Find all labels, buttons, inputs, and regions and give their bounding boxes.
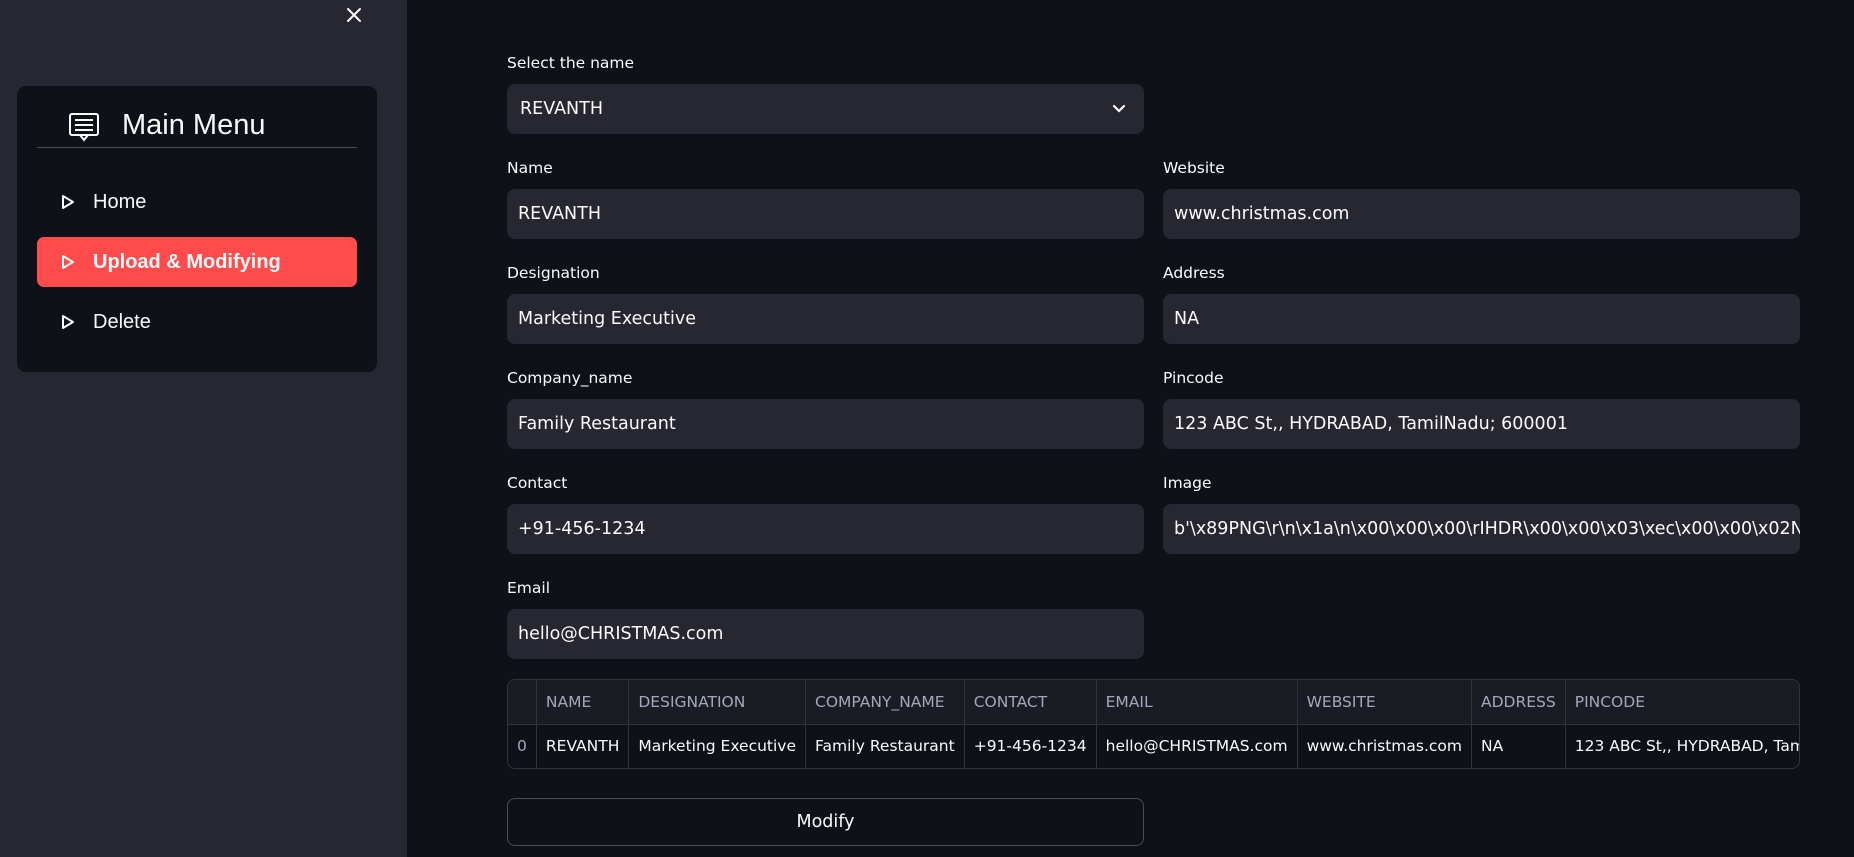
data-table[interactable]: NAME DESIGNATION COMPANY_NAME CONTACT EM… <box>507 679 1800 769</box>
contact-label: Contact <box>507 474 568 492</box>
table-header-row: NAME DESIGNATION COMPANY_NAME CONTACT EM… <box>508 680 1799 725</box>
main-content: Select the name REVANTH Name REVANTH Web… <box>407 0 1854 857</box>
table-header-name[interactable]: NAME <box>536 680 630 725</box>
menu-title: Main Menu <box>122 109 266 141</box>
play-outline-icon <box>62 195 74 209</box>
menu-item-home[interactable]: Home <box>37 177 357 227</box>
company-name-label: Company_name <box>507 369 633 387</box>
table-row: 0 REVANTH Marketing Executive Family Res… <box>508 724 1799 768</box>
menu-item-delete[interactable]: Delete <box>37 297 357 347</box>
table-cell-index[interactable]: 0 <box>508 724 537 768</box>
card-list-icon <box>69 113 99 142</box>
table-cell-address[interactable]: NA <box>1471 724 1566 768</box>
menu-item-label: Upload & Modifying <box>93 250 281 273</box>
table-header-company-name[interactable]: COMPANY_NAME <box>805 680 965 725</box>
close-icon <box>347 8 361 22</box>
address-input[interactable]: NA <box>1163 294 1800 344</box>
name-input[interactable]: REVANTH <box>507 189 1144 239</box>
pincode-label: Pincode <box>1163 369 1224 387</box>
table-header-pincode[interactable]: PINCODE <box>1565 680 1799 725</box>
name-label: Name <box>507 159 553 177</box>
table-header-address[interactable]: ADDRESS <box>1471 680 1566 725</box>
table-cell-email[interactable]: hello@CHRISTMAS.com <box>1096 724 1298 768</box>
table-cell-pincode[interactable]: 123 ABC St,, HYDRABAD, TamilNadu; 600001 <box>1565 724 1799 768</box>
table-header-designation[interactable]: DESIGNATION <box>628 680 807 725</box>
menu-header: Main Menu <box>37 107 357 148</box>
sidebar: Main Menu Home Upload & Modifying Delete <box>0 0 407 857</box>
company-name-input[interactable]: Family Restaurant <box>507 399 1144 449</box>
play-outline-icon <box>62 255 74 269</box>
select-name-dropdown[interactable]: REVANTH <box>507 84 1144 134</box>
modify-button[interactable]: Modify <box>507 798 1144 846</box>
menu-item-upload-modifying[interactable]: Upload & Modifying <box>37 237 357 287</box>
table-cell-company-name[interactable]: Family Restaurant <box>805 724 965 768</box>
play-outline-icon <box>62 315 74 329</box>
designation-label: Designation <box>507 264 600 282</box>
image-input[interactable]: b'\x89PNG\r\n\x1a\n\x00\x00\x00\rIHDR\x0… <box>1163 504 1800 554</box>
table-header-website[interactable]: WEBSITE <box>1297 680 1473 725</box>
pincode-input[interactable]: 123 ABC St,, HYDRABAD, TamilNadu; 600001 <box>1163 399 1800 449</box>
table-header-email[interactable]: EMAIL <box>1096 680 1298 725</box>
table-cell-name[interactable]: REVANTH <box>536 724 630 768</box>
image-label: Image <box>1163 474 1212 492</box>
website-input[interactable]: www.christmas.com <box>1163 189 1800 239</box>
table-cell-website[interactable]: www.christmas.com <box>1297 724 1473 768</box>
table-header-index[interactable] <box>508 680 537 725</box>
select-name-value: REVANTH <box>520 99 603 119</box>
contact-input[interactable]: +91-456-1234 <box>507 504 1144 554</box>
main-menu: Main Menu Home Upload & Modifying Delete <box>17 86 377 372</box>
select-name-label: Select the name <box>507 54 635 72</box>
designation-input[interactable]: Marketing Executive <box>507 294 1144 344</box>
table-cell-designation[interactable]: Marketing Executive <box>628 724 807 768</box>
close-sidebar-button[interactable] <box>342 3 366 27</box>
menu-item-label: Delete <box>93 310 151 333</box>
address-label: Address <box>1163 264 1225 282</box>
chevron-down-icon <box>1112 104 1126 113</box>
table-cell-contact[interactable]: +91-456-1234 <box>964 724 1097 768</box>
email-label: Email <box>507 579 551 597</box>
menu-item-label: Home <box>93 190 147 213</box>
email-input[interactable]: hello@CHRISTMAS.com <box>507 609 1144 659</box>
website-label: Website <box>1163 159 1225 177</box>
table-header-contact[interactable]: CONTACT <box>964 680 1097 725</box>
